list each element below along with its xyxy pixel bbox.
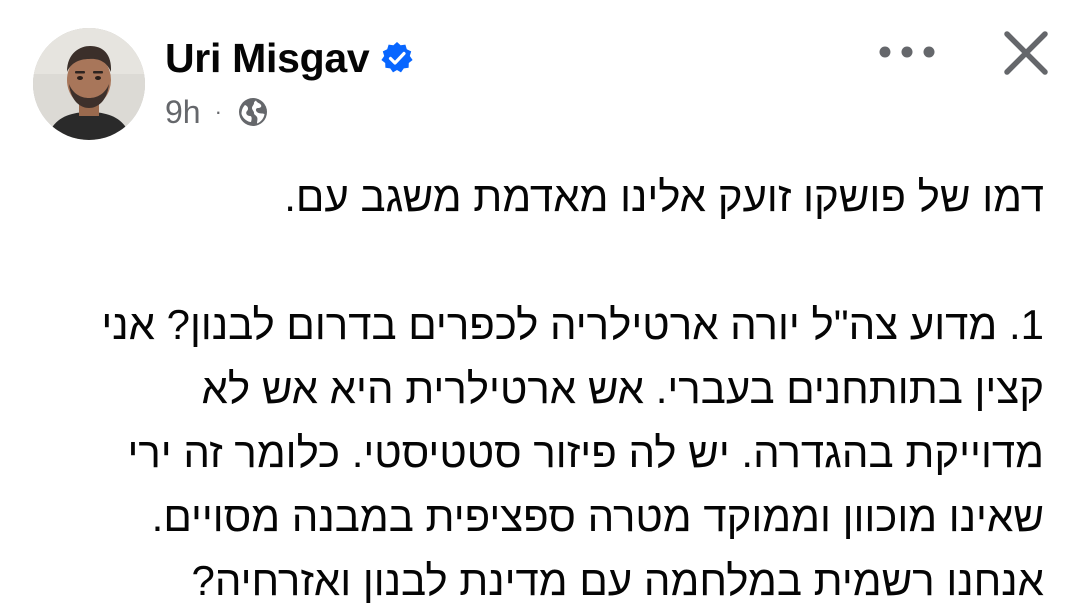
author-name-row: Uri Misgav — [165, 34, 415, 82]
facebook-post: Uri Misgav 9h · דמו של פושקו זועק אלינו … — [0, 0, 1080, 607]
post-meta: 9h · — [165, 92, 270, 132]
post-body: דמו של פושקו זועק אלינו מאדמת משגב עם. 1… — [44, 165, 1044, 607]
post-text-line: קצין בתותחנים בעברי. אש ארטילרית היא אש … — [201, 365, 1044, 412]
author-avatar[interactable] — [33, 28, 145, 140]
post-header: Uri Misgav 9h · — [0, 0, 1080, 160]
post-text-line: מדוייקת בהגדרה. יש לה פיזור סטטיסטי. כלו… — [127, 429, 1044, 476]
post-text-line: 1. מדוע צה"ל יורה ארטילריה לכפרים בדרום … — [101, 301, 1044, 348]
post-text-line: דמו של פושקו זועק אלינו מאדמת משגב עם. — [284, 173, 1044, 220]
author-name[interactable]: Uri Misgav — [165, 35, 370, 82]
more-options-icon — [879, 46, 935, 58]
post-paragraph-2: 1. מדוע צה"ל יורה ארטילריה לכפרים בדרום … — [44, 293, 1044, 607]
post-text-line: אנחנו רשמית במלחמה עם מדינת לבנון ואזרחי… — [191, 557, 1044, 604]
verified-badge-icon — [379, 40, 415, 76]
post-text-line: שאינו מוכוון וממוקד מטרה ספציפית במבנה מ… — [151, 493, 1044, 540]
post-paragraph-1: דמו של פושקו זועק אלינו מאדמת משגב עם. — [44, 165, 1044, 229]
globe-icon[interactable] — [236, 95, 270, 129]
close-button[interactable] — [993, 20, 1059, 86]
more-options-button[interactable] — [873, 32, 941, 72]
post-time[interactable]: 9h — [165, 94, 201, 131]
meta-separator: · — [214, 99, 222, 124]
profile-photo — [33, 28, 145, 140]
close-icon — [1004, 31, 1048, 75]
